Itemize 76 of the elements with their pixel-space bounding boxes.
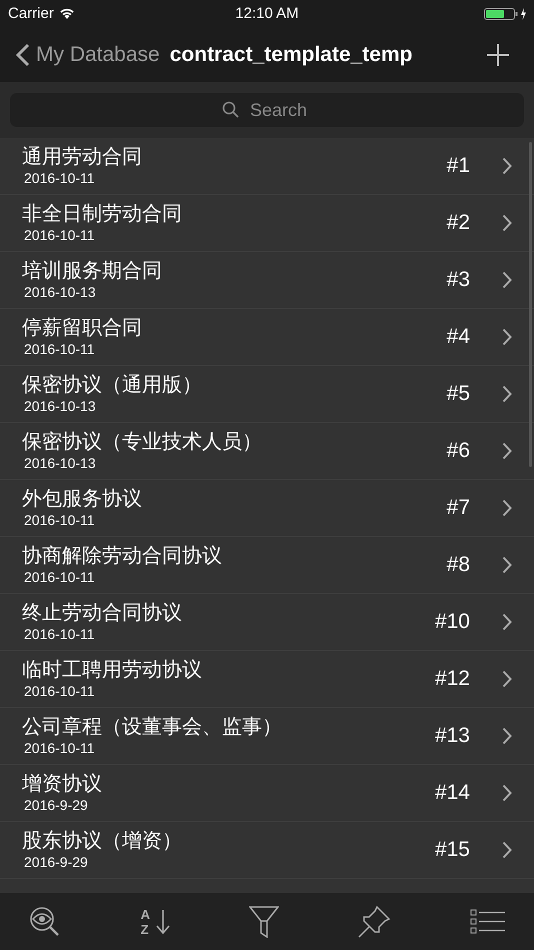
record-date: 2016-10-11 xyxy=(24,568,96,586)
record-title: 保密协议（通用版） xyxy=(22,373,203,397)
sort-letter: A xyxy=(140,906,150,922)
chevron-right-icon xyxy=(502,328,512,346)
record-date: 2016-10-11 xyxy=(24,226,96,244)
battery-icon xyxy=(484,6,528,20)
list-item[interactable]: 外包服务协议 2016-10-11 #7 xyxy=(0,480,534,537)
chevron-right-icon xyxy=(502,271,512,289)
record-number: #14 xyxy=(434,781,470,805)
back-button[interactable]: My Database xyxy=(16,42,160,66)
sort-button[interactable]: A Z xyxy=(140,906,170,936)
record-title: 非全日制劳动合同 xyxy=(22,202,183,226)
record-date: 2016-10-11 xyxy=(24,169,96,187)
arrow-down-icon xyxy=(156,908,170,934)
pin-icon[interactable] xyxy=(357,904,392,938)
record-number: #15 xyxy=(434,838,470,862)
chevron-right-icon xyxy=(502,157,512,175)
sort-letter: Z xyxy=(140,922,150,936)
record-date: 2016-9-29 xyxy=(24,853,89,871)
list-item[interactable]: 协商解除劳动合同协议 2016-10-11 #8 xyxy=(0,537,534,594)
record-title: 外包服务协议 xyxy=(22,487,143,511)
record-title: 股东协议（增资） xyxy=(22,829,183,853)
record-date: 2016-10-11 xyxy=(24,625,96,643)
list-item[interactable]: 终止劳动合同协议 2016-10-11 #10 xyxy=(0,594,534,651)
record-date: 2016-10-11 xyxy=(24,739,96,757)
chevron-right-icon xyxy=(502,670,512,688)
checklist-icon[interactable] xyxy=(470,908,506,936)
record-title: 终止劳动合同协议 xyxy=(22,601,183,625)
back-chevron-icon xyxy=(16,42,30,66)
list-item[interactable]: 股东协议（增资） 2016-9-29 #15 xyxy=(0,822,534,879)
record-number: #4 xyxy=(446,325,470,349)
chevron-right-icon xyxy=(502,385,512,403)
record-number: #13 xyxy=(434,724,470,748)
chevron-right-icon xyxy=(502,499,512,517)
record-title: 保密协议（专业技术人员） xyxy=(22,430,263,454)
search-icon xyxy=(222,101,240,119)
list-item[interactable]: 增资协议 2016-9-29 #14 xyxy=(0,765,534,822)
chevron-right-icon xyxy=(502,214,512,232)
record-number: #3 xyxy=(446,268,470,292)
record-date: 2016-10-11 xyxy=(24,682,96,700)
chevron-right-icon xyxy=(502,613,512,631)
status-time: 12:10 AM xyxy=(235,5,299,22)
record-title: 培训服务期合同 xyxy=(22,259,163,283)
record-date: 2016-10-13 xyxy=(24,283,97,301)
search-field[interactable]: Search xyxy=(248,98,312,122)
nav-title: contract_template_temp xyxy=(170,42,414,66)
record-date: 2016-10-11 xyxy=(24,511,96,529)
chevron-right-icon xyxy=(502,841,512,859)
record-number: #8 xyxy=(446,553,470,577)
filter-icon[interactable] xyxy=(248,906,279,938)
record-number: #1 xyxy=(446,154,470,178)
record-title: 公司章程（设董事会、监事） xyxy=(22,715,283,739)
record-number: #12 xyxy=(434,667,470,691)
record-date: 2016-9-29 xyxy=(24,796,89,814)
chevron-right-icon xyxy=(502,442,512,460)
list-item[interactable]: 公司章程（设董事会、监事） 2016-10-11 #13 xyxy=(0,708,534,765)
record-number: #6 xyxy=(446,439,470,463)
record-date: 2016-10-13 xyxy=(24,397,97,415)
record-title: 通用劳动合同 xyxy=(22,145,143,169)
chevron-right-icon xyxy=(502,727,512,745)
record-title: 临时工聘用劳动协议 xyxy=(22,658,203,682)
record-title: 停薪留职合同 xyxy=(22,316,143,340)
wifi-icon xyxy=(58,8,75,20)
record-date: 2016-10-11 xyxy=(24,340,96,358)
record-number: #7 xyxy=(446,496,470,520)
add-icon[interactable] xyxy=(486,42,510,66)
record-title: 协商解除劳动合同协议 xyxy=(22,544,223,568)
record-number: #5 xyxy=(446,382,470,406)
record-number: #10 xyxy=(434,610,470,634)
record-date: 2016-10-13 xyxy=(24,454,97,472)
record-number: #2 xyxy=(446,211,470,235)
chevron-right-icon xyxy=(502,556,512,574)
list-item[interactable]: 临时工聘用劳动协议 2016-10-11 #12 xyxy=(0,651,534,708)
carrier-name: Carrier xyxy=(8,5,54,22)
record-title: 增资协议 xyxy=(22,772,103,796)
chevron-right-icon xyxy=(502,784,512,802)
